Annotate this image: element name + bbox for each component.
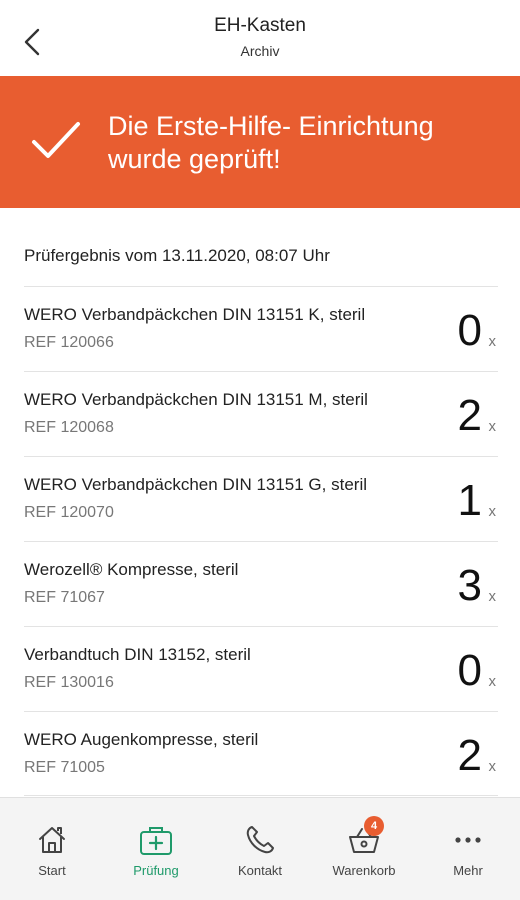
item-name: WERO Verbandpäckchen DIN 13151 K, steril — [24, 305, 366, 324]
home-icon — [32, 822, 72, 858]
nav-item-warenkorb[interactable]: 4 Warenkorb — [312, 798, 416, 900]
nav-label-pruefung: Prüfung — [133, 863, 179, 878]
item-name: WERO Verbandpäckchen DIN 13151 M, steril — [24, 390, 368, 409]
item-unit: x — [488, 503, 497, 520]
item-quantity: 0 — [457, 306, 482, 355]
item-quantity: 2 — [457, 731, 482, 780]
header-titles: EH-Kasten Archiv — [0, 14, 520, 62]
item-ref: REF 120066 — [24, 334, 114, 351]
list-item[interactable]: WERO Verbandpäckchen DIN 13151 G, steril… — [24, 456, 498, 541]
item-quantity: 3 — [457, 561, 482, 610]
item-quantity: 1 — [457, 476, 482, 525]
nav-item-kontakt[interactable]: Kontakt — [208, 798, 312, 900]
item-ref: REF 71067 — [24, 589, 105, 606]
item-list: WERO Verbandpäckchen DIN 13151 K, steril… — [0, 286, 520, 796]
nav-label-start: Start — [38, 863, 66, 878]
header: EH-Kasten Archiv — [0, 0, 520, 76]
success-banner: Die Erste-Hilfe- Einrichtung wurde geprü… — [0, 76, 520, 208]
result-title: Prüfergebnis vom 13.11.2020, 08:07 Uhr — [24, 246, 330, 265]
item-unit: x — [488, 418, 497, 435]
item-ref: REF 120068 — [24, 419, 114, 436]
item-quantity: 2 — [457, 391, 482, 440]
item-unit: x — [488, 588, 497, 605]
nav-item-pruefung[interactable]: Prüfung — [104, 798, 208, 900]
item-name: Verbandtuch DIN 13152, steril — [24, 645, 251, 664]
phone-icon — [240, 822, 280, 858]
list-item[interactable]: WERO Verbandpäckchen DIN 13151 M, steril… — [24, 371, 498, 456]
list-item[interactable]: WERO Verbandpäckchen DIN 13151 K, steril… — [24, 286, 498, 371]
item-name: WERO Augenkompresse, steril — [24, 730, 259, 749]
list-item[interactable]: Werozell® Kompresse, steril REF 71067 3 … — [24, 541, 498, 626]
item-quantity: 0 — [457, 646, 482, 695]
item-ref: REF 120070 — [24, 504, 114, 521]
basket-icon: 4 — [344, 816, 384, 858]
item-unit: x — [488, 673, 497, 690]
first-aid-kit-icon — [136, 822, 176, 858]
item-name: Werozell® Kompresse, steril — [24, 560, 239, 579]
page-title: EH-Kasten — [214, 15, 306, 36]
nav-item-start[interactable]: Start — [0, 798, 104, 900]
item-unit: x — [488, 758, 497, 775]
list-item[interactable]: WERO Augenkompresse, steril REF 71005 2 … — [24, 711, 498, 796]
cart-count-badge: 4 — [364, 816, 384, 836]
list-item[interactable]: Verbandtuch DIN 13152, steril REF 130016… — [24, 626, 498, 711]
checkmark-icon — [32, 122, 80, 158]
banner-message: Die Erste-Hilfe- Einrichtung wurde geprü… — [108, 111, 434, 174]
item-ref: REF 130016 — [24, 674, 114, 691]
nav-label-kontakt: Kontakt — [237, 863, 283, 878]
page-subtitle: Archiv — [240, 43, 280, 59]
bottom-nav: Start Prüfung Kontakt 4 Warenkorb Mehr — [0, 797, 520, 900]
nav-label-mehr: Mehr — [453, 863, 483, 878]
more-dots-icon — [448, 822, 488, 858]
item-unit: x — [488, 333, 497, 350]
item-name: WERO Verbandpäckchen DIN 13151 G, steril — [24, 475, 367, 494]
item-ref: REF 71005 — [24, 759, 105, 776]
nav-label-warenkorb: Warenkorb — [332, 863, 396, 878]
nav-item-mehr[interactable]: Mehr — [416, 798, 520, 900]
